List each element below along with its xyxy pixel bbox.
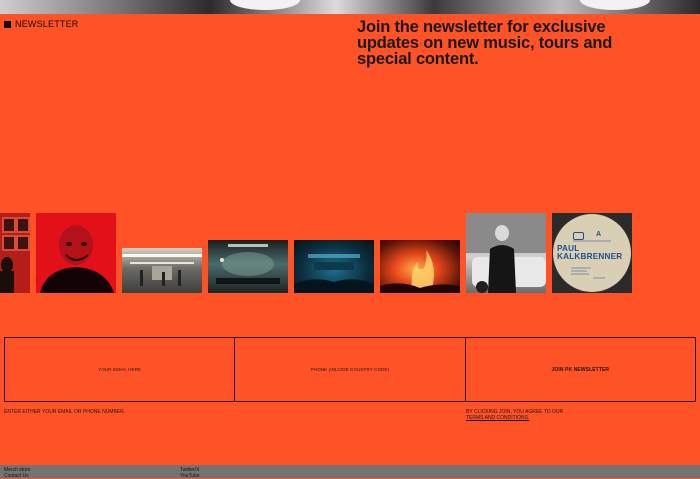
- email-cell: [5, 338, 235, 401]
- photo-stage: [208, 240, 288, 293]
- form-hint: ENTER EITHER YOUR EMAIL OR PHONE NUMBER.: [4, 409, 126, 415]
- photo-man-car: [466, 213, 546, 293]
- phone-input[interactable]: [235, 367, 465, 372]
- photo-blue-crowd: [294, 240, 374, 293]
- photo-fire: [380, 240, 460, 293]
- newsletter-form: JOIN PK NEWSLETTER: [4, 337, 696, 402]
- footer: Merch store Contact Us Twitter/X YouTube: [0, 465, 700, 479]
- photo-vinyl-record: A PAUL KALKBRENNER: [552, 213, 632, 293]
- footer-link-contact-us[interactable]: Contact Us: [4, 473, 29, 479]
- join-newsletter-button[interactable]: JOIN PK NEWSLETTER: [464, 338, 695, 401]
- vinyl-record: A PAUL KALKBRENNER: [553, 214, 631, 292]
- email-input[interactable]: [5, 367, 235, 372]
- terms-notice: BY CLICKING JOIN, YOU AGREE TO OUR TERMS…: [466, 409, 563, 421]
- photo-station: [122, 248, 202, 293]
- photo-portrait-red: [36, 213, 116, 293]
- photo-phone-booth: [0, 213, 30, 293]
- footer-link-youtube[interactable]: YouTube: [180, 473, 200, 479]
- terms-link[interactable]: TERMS AND CONDITIONS.: [466, 415, 529, 421]
- phone-cell: [234, 338, 465, 401]
- photo-gallery: A PAUL KALKBRENNER: [0, 0, 700, 478]
